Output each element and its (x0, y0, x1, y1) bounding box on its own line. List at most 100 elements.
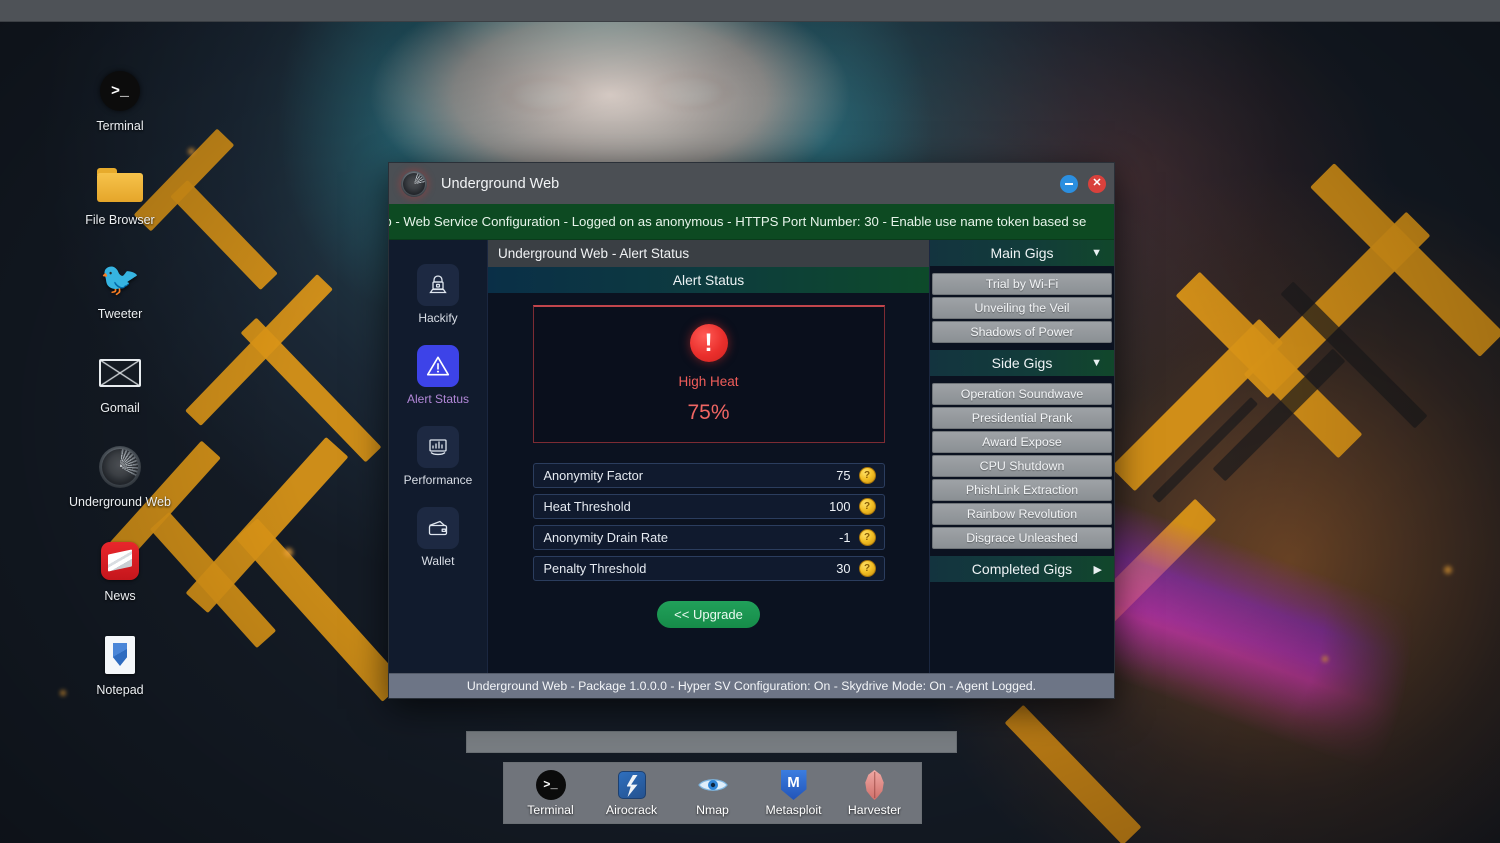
window-title: Underground Web (441, 175, 560, 192)
coin-icon[interactable]: ? (858, 560, 876, 577)
window-titlebar[interactable]: Underground Web ✕ (389, 163, 1114, 204)
dock-item-harvester[interactable]: Harvester (836, 769, 914, 817)
breadcrumb: Underground Web - Alert Status (488, 240, 929, 267)
exclamation-circle-icon: ! (689, 324, 728, 362)
desktop-icon-file-browser[interactable]: File Browser (60, 162, 180, 227)
eye-icon (674, 769, 752, 801)
newspaper-icon (60, 538, 180, 584)
gigs-panel: Main Gigs ▼ Trial by Wi-Fi Unveiling the… (929, 240, 1114, 673)
list-item[interactable]: Shadows of Power (932, 321, 1112, 343)
stat-value: 75 (836, 468, 851, 483)
gig-section-title: Side Gigs (991, 355, 1053, 371)
desktop-icon-notepad[interactable]: Notepad (60, 632, 180, 697)
desktop-icon-terminal[interactable]: >_ Terminal (60, 68, 180, 133)
stat-name: Anonymity Drain Rate (543, 530, 668, 545)
envelope-icon (60, 350, 180, 396)
desktop-icon-grid: >_ Terminal File Browser 🐦 Tweeter Gomai… (60, 68, 180, 726)
stat-value: 30 (836, 561, 851, 576)
desktop-icon-label: Terminal (96, 119, 144, 133)
alert-percent: 75% (687, 401, 730, 424)
sidebar-item-hackify[interactable]: Hackify (392, 264, 484, 325)
terminal-icon: >_ (60, 68, 180, 114)
sidebar-item-wallet[interactable]: Wallet (392, 507, 484, 568)
content-scroll-area: ! High Heat 75% Anonymity Factor 75 ? He… (488, 293, 929, 673)
coin-icon[interactable]: ? (858, 529, 876, 546)
desktop-icon-tweeter[interactable]: 🐦 Tweeter (60, 256, 180, 321)
sidebar-item-label: Performance (403, 473, 473, 487)
desktop-icon-label: Notepad (96, 683, 144, 697)
leaf-icon (836, 769, 914, 801)
desktop-icon-label: Underground Web (69, 495, 171, 509)
dock-item-label: Metasploit (765, 803, 822, 817)
main-content: Underground Web - Alert Status Alert Sta… (488, 240, 929, 673)
table-row[interactable]: Anonymity Drain Rate -1 ? (532, 525, 885, 550)
table-row[interactable]: Penalty Threshold 30 ? (532, 556, 885, 581)
sidebar-nav: Hackify Alert Status Performance Wallet (389, 240, 488, 673)
folder-icon (60, 162, 180, 208)
system-topbar[interactable] (0, 0, 1500, 22)
marquee-text: eb - Web Service Configuration - Logged … (389, 214, 1087, 229)
table-row[interactable]: Heat Threshold 100 ? (532, 494, 885, 519)
desktop-icon-label: File Browser (85, 213, 155, 227)
dock-item-terminal[interactable]: >_ Terminal (512, 769, 590, 817)
desktop-icon-news[interactable]: News (60, 538, 180, 603)
warning-triangle-icon (417, 345, 459, 387)
window-body: Hackify Alert Status Performance Wallet … (389, 240, 1114, 673)
list-item[interactable]: Award Expose (932, 431, 1112, 453)
bird-icon: 🐦 (100, 261, 140, 297)
page-title: Alert Status (488, 267, 929, 293)
desktop-icon-label: Tweeter (97, 307, 143, 321)
sidebar-item-performance[interactable]: Performance (392, 426, 484, 487)
eye-icon-svg (697, 779, 728, 791)
list-item[interactable]: CPU Shutdown (932, 455, 1112, 477)
gig-section-title: Main Gigs (990, 245, 1054, 261)
chevron-right-icon: ▶ (1093, 563, 1102, 576)
marquee-status-bar: eb - Web Service Configuration - Logged … (389, 204, 1114, 240)
spider-web-icon (60, 444, 180, 490)
list-item[interactable]: Unveiling the Veil (932, 297, 1112, 319)
list-item[interactable]: Rainbow Revolution (932, 503, 1112, 525)
upgrade-button[interactable]: << Upgrade (657, 601, 760, 628)
airocrack-icon (593, 769, 671, 801)
list-item[interactable]: PhishLink Extraction (932, 479, 1112, 501)
desktop-icon-gomail[interactable]: Gomail (60, 350, 180, 415)
dock-item-metasploit[interactable]: M Metasploit (755, 769, 833, 817)
gig-section-header-main-gigs[interactable]: Main Gigs ▼ (930, 240, 1114, 266)
coin-icon[interactable]: ? (858, 467, 876, 484)
desktop-icon-label: News (104, 589, 136, 603)
gig-section-header-completed-gigs[interactable]: Completed Gigs ▶ (930, 556, 1114, 582)
table-row[interactable]: Anonymity Factor 75 ? (532, 463, 885, 488)
gig-section-header-side-gigs[interactable]: Side Gigs ▼ (930, 350, 1114, 376)
sidebar-item-alert-status[interactable]: Alert Status (392, 345, 484, 406)
hacker-laptop-icon (417, 264, 459, 306)
chevron-down-icon: ▼ (1091, 357, 1102, 369)
coin-icon[interactable]: ? (858, 498, 876, 515)
close-button[interactable]: ✕ (1088, 174, 1106, 193)
alert-status-card: ! High Heat 75% (532, 305, 885, 443)
dock-item-nmap[interactable]: Nmap (674, 769, 752, 817)
dock: >_ Terminal Airocrack Nmap M Metasploit … (503, 762, 922, 824)
dock-item-label: Nmap (696, 803, 729, 817)
chevron-down-icon: ▼ (1091, 247, 1102, 259)
list-item[interactable]: Disgrace Unleashed (932, 527, 1112, 549)
alert-label: High Heat (678, 374, 739, 389)
stat-name: Anonymity Factor (543, 468, 644, 483)
stat-value: 100 (829, 499, 851, 514)
shield-m-icon: M (755, 769, 833, 801)
list-item[interactable]: Operation Soundwave (932, 383, 1112, 405)
notepad-icon (60, 632, 180, 678)
stat-list: Anonymity Factor 75 ? Heat Threshold 100… (532, 463, 885, 581)
desktop-icon-underground-web[interactable]: Underground Web (60, 444, 180, 509)
list-item[interactable]: Trial by Wi-Fi (932, 273, 1112, 295)
spider-web-icon (401, 170, 427, 197)
underground-web-window: Underground Web ✕ eb - Web Service Confi… (388, 162, 1115, 699)
stat-value: -1 (839, 530, 851, 545)
stat-name: Penalty Threshold (543, 561, 647, 576)
sidebar-item-label: Alert Status (406, 392, 470, 406)
list-item[interactable]: Presidential Prank (932, 407, 1112, 429)
dock-item-airocrack[interactable]: Airocrack (593, 769, 671, 817)
bar-chart-icon (417, 426, 459, 468)
minimize-button[interactable] (1060, 174, 1078, 193)
sidebar-item-label: Hackify (418, 311, 458, 325)
